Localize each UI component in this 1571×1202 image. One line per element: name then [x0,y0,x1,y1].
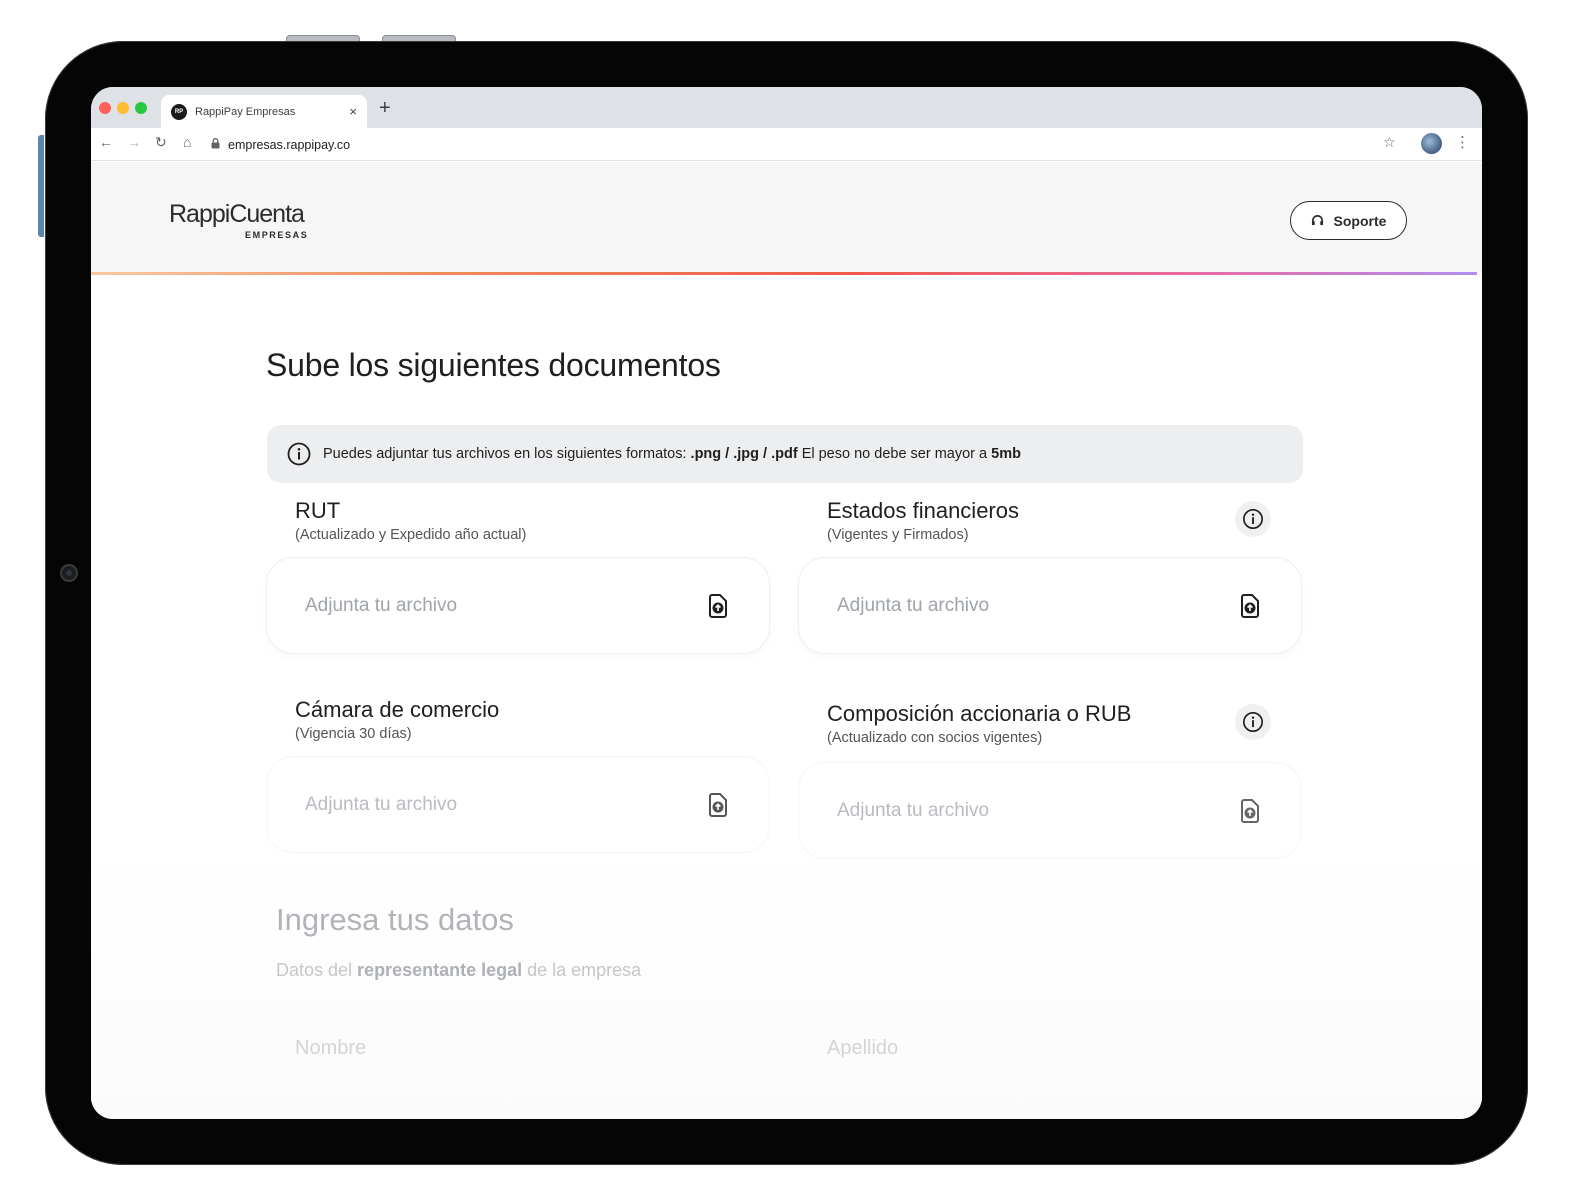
support-label: Soporte [1333,212,1387,229]
upload-rut[interactable]: Adjunta tu archivo [267,558,769,653]
front-camera [60,564,78,582]
form-subtitle: Datos del representante legal de la empr… [276,960,642,980]
rappipay-favicon-icon: RP [171,103,187,120]
doc-title: RUT [295,498,341,523]
tab-title: RappiPay Empresas [195,105,296,118]
tab-close-icon[interactable]: × [349,104,357,119]
file-upload-icon[interactable] [705,593,731,619]
page-content: RappiCuenta EMPRESAS Soporte Sube los si… [91,162,1482,1119]
upload-camara-comercio[interactable]: Adjunta tu archivo [267,757,769,852]
form-title: Ingresa tus datos [276,902,514,937]
upload-placeholder: Adjunta tu archivo [305,594,458,616]
lock-icon [211,137,220,152]
star-icon[interactable]: ☆ [1383,134,1396,151]
doc-title: Composición accionaria o RUB [827,701,1132,726]
upload-placeholder: Adjunta tu archivo [837,799,990,821]
upload-estados-financieros[interactable]: Adjunta tu archivo [799,558,1301,653]
banner-text: Puedes adjuntar tus archivos en los sigu… [323,446,1021,462]
file-upload-icon[interactable] [1237,798,1263,824]
logo-subtitle: EMPRESAS [245,230,309,240]
doc-subtitle: (Actualizado y Expedido año actual) [295,527,527,543]
tablet-side-button [38,135,44,237]
kebab-menu-icon[interactable]: ⋮ [1455,133,1470,151]
forward-arrow-icon[interactable]: → [127,134,141,150]
file-upload-icon[interactable] [705,792,731,818]
close-window-button[interactable] [99,102,111,114]
profile-avatar[interactable] [1421,133,1442,154]
upload-placeholder: Adjunta tu archivo [837,594,990,616]
headset-icon [1311,215,1323,226]
support-button[interactable]: Soporte [1290,201,1407,240]
doc-title: Cámara de comercio [295,697,500,722]
composicion-info-button[interactable] [1235,704,1271,740]
doc-estados-header: Estados financieros (Vigentes y Firmados… [827,498,1019,543]
doc-composicion-header: Composición accionaria o RUB (Actualizad… [827,701,1131,746]
logo[interactable]: RappiCuenta [169,200,305,229]
browser-tab[interactable]: RP RappiPay Empresas × [161,95,367,128]
header-accent-line [91,272,1477,275]
tablet-screen: RP RappiPay Empresas × + ← → ↻ ⌂ empresa… [91,87,1482,1119]
info-icon [287,442,311,466]
url-text: empresas.rappipay.co [228,137,351,152]
back-arrow-icon[interactable]: ← [99,134,113,150]
estados-info-button[interactable] [1235,501,1271,537]
doc-subtitle: (Vigentes y Firmados) [827,527,969,543]
minimize-window-button[interactable] [117,102,129,114]
home-icon[interactable]: ⌂ [183,134,191,150]
page-title: Sube los siguientes documentos [266,347,721,383]
reload-icon[interactable]: ↻ [155,134,167,151]
file-format-banner: Puedes adjuntar tus archivos en los sigu… [267,425,1303,483]
new-tab-button[interactable]: + [379,97,391,120]
doc-rut-header: RUT (Actualizado y Expedido año actual) [295,498,526,543]
browser-tab-bar: RP RappiPay Empresas × + [91,87,1482,128]
doc-subtitle: (Vigencia 30 días) [295,726,412,742]
doc-title: Estados financieros [827,498,1019,523]
first-name-field[interactable]: Nombre [295,1037,366,1060]
site-header: RappiCuenta EMPRESAS Soporte [91,162,1482,272]
file-upload-icon[interactable] [1237,593,1263,619]
address-bar[interactable]: empresas.rappipay.co [211,132,1391,157]
info-icon [1243,509,1263,529]
upload-placeholder: Adjunta tu archivo [305,793,458,815]
doc-camara-header: Cámara de comercio (Vigencia 30 días) [295,697,499,742]
doc-subtitle: (Actualizado con socios vigentes) [827,730,1043,746]
browser-toolbar: ← → ↻ ⌂ empresas.rappipay.co ☆ ⋮ [91,128,1482,161]
info-icon [1243,712,1263,732]
maximize-window-button[interactable] [135,102,147,114]
last-name-field[interactable]: Apellido [827,1037,898,1060]
